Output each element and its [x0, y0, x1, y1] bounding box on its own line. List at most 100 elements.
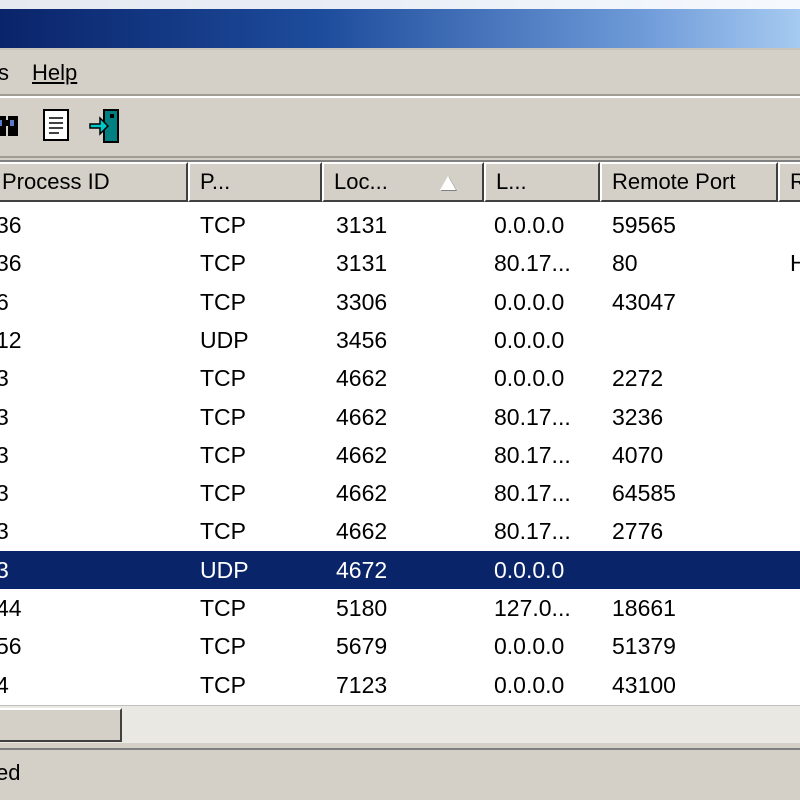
- remote-port-cell: 18661: [612, 595, 676, 621]
- column-header-remote-port[interactable]: Remote Port: [600, 162, 778, 202]
- local-address-cell: 0.0.0.0: [494, 365, 565, 392]
- remote-port-cell: 59565: [612, 212, 676, 238]
- table-row[interactable]: 3 TCP 4662 80.17... 4070: [0, 436, 800, 474]
- column-header-local-port[interactable]: Loc...: [322, 162, 484, 202]
- table-row[interactable]: 3 TCP 4662 80.17... 64585: [0, 474, 800, 512]
- protocol-cell: TCP: [200, 212, 246, 238]
- process-id-cell: 3: [0, 442, 176, 469]
- protocol-cell: TCP: [200, 480, 246, 507]
- list-header: Process ID P... Loc... L... Remote Port …: [0, 162, 800, 202]
- process-id-cell: 3: [0, 404, 176, 431]
- process-id-cell: 4: [0, 672, 176, 699]
- table-row[interactable]: 6 TCP 3306 0.0.0.0 43047: [0, 283, 800, 321]
- local-port-cell: 5679: [336, 633, 388, 660]
- local-port-cell: 3456: [336, 326, 388, 353]
- local-address-cell: 80.17...: [494, 518, 571, 545]
- properties-icon[interactable]: [40, 108, 76, 144]
- table-row[interactable]: 3 UDP 4672 0.0.0.0: [0, 550, 800, 589]
- local-port-cell: 5180: [336, 595, 388, 621]
- local-port-cell: 4672: [336, 556, 388, 583]
- remote-port-cell: 3236: [612, 403, 664, 430]
- table-row[interactable]: 3 TCP 4662 80.17... 3236: [0, 398, 800, 436]
- column-header-remote-address[interactable]: R: [778, 162, 800, 202]
- local-port-cell: 4662: [336, 480, 388, 507]
- local-address-cell: 0.0.0.0: [494, 288, 565, 315]
- column-header-protocol[interactable]: P...: [188, 162, 322, 202]
- connection-list[interactable]: Process ID P... Loc... L... Remote Port …: [0, 160, 800, 705]
- status-text: ed: [0, 760, 21, 785]
- local-address-cell: 80.17...: [494, 250, 571, 277]
- protocol-cell: TCP: [200, 403, 246, 430]
- menu-item-help[interactable]: Help: [32, 60, 77, 86]
- protocol-cell: TCP: [200, 365, 246, 392]
- process-id-cell: 3: [0, 518, 176, 545]
- table-row[interactable]: 3 TCP 4662 80.17... 2776: [0, 512, 800, 550]
- local-address-cell: 80.17...: [494, 403, 571, 430]
- local-address-cell: 80.17...: [494, 441, 571, 468]
- process-id-cell: 3: [0, 365, 176, 392]
- process-id-cell: 44: [0, 595, 22, 621]
- protocol-cell: TCP: [200, 288, 246, 315]
- protocol-cell: UDP: [200, 326, 249, 353]
- local-address-cell: 0.0.0.0: [494, 633, 565, 660]
- exit-icon[interactable]: [88, 108, 124, 144]
- help-label: Help: [32, 60, 78, 85]
- remote-port-cell: 64585: [612, 480, 676, 507]
- table-row[interactable]: 4 TCP 7123 0.0.0.0 43100: [0, 666, 800, 704]
- remote-address-cell: H: [790, 250, 800, 277]
- local-port-cell: 4662: [336, 441, 388, 468]
- remote-port-cell: 43100: [612, 671, 676, 698]
- local-port-cell: 3131: [336, 212, 388, 238]
- local-address-cell: 0.0.0.0: [494, 212, 565, 238]
- horizontal-scrollbar[interactable]: [0, 705, 800, 743]
- table-row[interactable]: 44 TCP 5180 127.0... 18661: [0, 589, 800, 627]
- process-id-cell: 12: [0, 326, 22, 353]
- protocol-cell: TCP: [200, 633, 246, 660]
- local-port-cell: 3131: [336, 250, 388, 277]
- table-row[interactable]: 56 TCP 5679 0.0.0.0 51379: [0, 627, 800, 665]
- process-id-cell: 36: [0, 250, 22, 277]
- remote-port-cell: 80: [612, 250, 638, 277]
- local-port-cell: 4662: [336, 518, 388, 545]
- local-port-cell: 4662: [336, 365, 388, 392]
- column-header-process-id[interactable]: Process ID: [0, 162, 188, 202]
- remote-port-cell: 51379: [612, 633, 676, 660]
- table-row[interactable]: 36 TCP 3131 80.17... 80 H: [0, 244, 800, 282]
- local-address-cell: 80.17...: [494, 480, 571, 507]
- protocol-cell: UDP: [200, 556, 249, 583]
- remote-port-cell: 2272: [612, 365, 664, 392]
- sort-ascending-icon: [440, 176, 456, 190]
- local-port-cell: 4662: [336, 403, 388, 430]
- process-id-cell: 6: [0, 289, 176, 316]
- protocol-cell: TCP: [200, 441, 246, 468]
- local-port-label: Loc...: [334, 169, 388, 194]
- local-address-cell: 127.0...: [494, 595, 571, 621]
- local-port-cell: 7123: [336, 671, 388, 698]
- protocol-cell: TCP: [200, 518, 246, 545]
- protocol-cell: TCP: [200, 250, 246, 277]
- table-row[interactable]: 36 TCP 3131 0.0.0.0 59565: [0, 206, 800, 244]
- remote-port-cell: 4070: [612, 441, 664, 468]
- table-row[interactable]: 3 TCP 4662 0.0.0.0 2272: [0, 359, 800, 397]
- process-id-cell: 3: [0, 557, 176, 584]
- remote-port-cell: 43047: [612, 288, 676, 315]
- process-id-cell: 56: [0, 633, 22, 660]
- menu-item-partial[interactable]: s: [0, 60, 9, 86]
- protocol-cell: TCP: [200, 595, 246, 621]
- process-id-cell: 3: [0, 480, 176, 507]
- local-port-cell: 3306: [336, 288, 388, 315]
- table-row[interactable]: 12 UDP 3456 0.0.0.0: [0, 321, 800, 359]
- scrollbar-thumb[interactable]: [0, 708, 122, 742]
- remote-port-cell: 2776: [612, 518, 664, 545]
- protocol-cell: TCP: [200, 671, 246, 698]
- local-address-cell: 0.0.0.0: [494, 326, 565, 353]
- title-bar: [0, 0, 800, 50]
- process-id-cell: 36: [0, 212, 22, 238]
- local-address-cell: 0.0.0.0: [494, 556, 565, 583]
- local-address-cell: 0.0.0.0: [494, 671, 565, 698]
- menu-bar: s Help: [0, 50, 800, 96]
- find-icon[interactable]: [0, 108, 30, 144]
- column-header-local-address[interactable]: L...: [484, 162, 600, 202]
- status-bar: ed: [0, 748, 800, 800]
- toolbar: [0, 96, 800, 158]
